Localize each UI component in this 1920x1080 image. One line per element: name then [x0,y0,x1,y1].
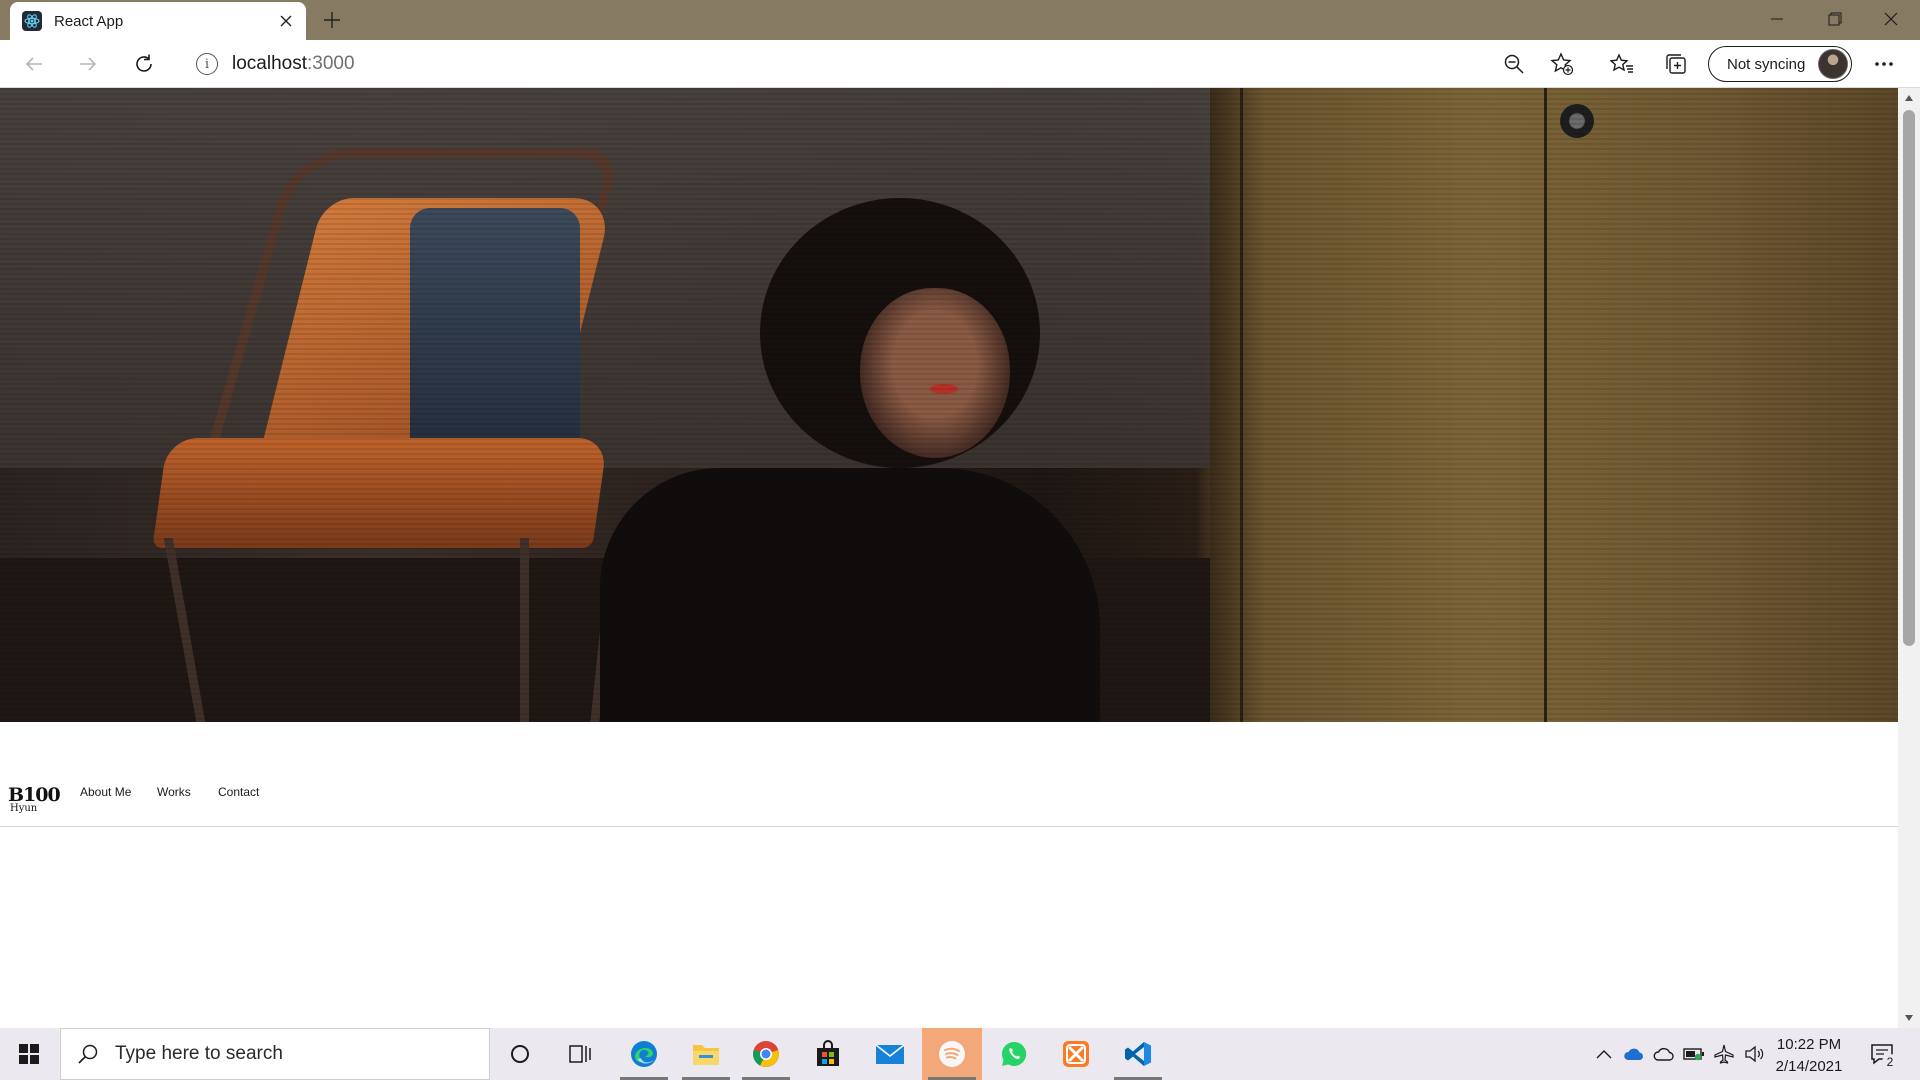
logo-text: B100 [8,784,61,806]
task-view-icon[interactable] [550,1028,610,1080]
taskbar-clock[interactable]: 10:22 PM 2/14/2021 [1766,1034,1852,1078]
address-bar[interactable]: i localhost:3000 [180,45,1586,83]
restore-button[interactable] [1806,0,1864,38]
battery-icon[interactable] [1682,1042,1706,1066]
scroll-down-icon[interactable] [1898,1010,1920,1026]
react-favicon-icon [22,11,42,31]
hero-scanlines [0,88,1898,722]
back-button[interactable] [16,46,52,82]
new-tab-button[interactable] [318,6,346,34]
nav-link-contact[interactable]: Contact [218,785,259,799]
site-info-icon[interactable]: i [196,53,218,75]
chrome-icon[interactable] [736,1028,796,1080]
scroll-up-icon[interactable] [1898,90,1920,106]
spotify-icon[interactable] [922,1028,982,1080]
taskbar-search-box[interactable]: Type here to search [60,1028,490,1080]
settings-more-icon[interactable] [1866,46,1902,82]
forward-button[interactable] [70,46,106,82]
minimize-button[interactable] [1748,0,1806,38]
add-favorite-icon[interactable] [1544,46,1580,82]
xampp-icon[interactable] [1046,1028,1106,1080]
action-center-icon[interactable]: 2 [1862,1038,1902,1070]
scrollbar-thumb[interactable] [1903,110,1915,646]
file-explorer-icon[interactable] [676,1028,736,1080]
cortana-icon[interactable] [490,1028,550,1080]
profile-avatar [1818,49,1848,79]
collections-icon[interactable] [1658,46,1694,82]
airplane-mode-icon[interactable] [1712,1042,1736,1066]
search-icon [75,1041,101,1067]
favorites-icon[interactable] [1604,46,1640,82]
windows-taskbar: Type here to search 10:22 PM 2/14/2021 2 [0,1028,1920,1080]
refresh-button[interactable] [126,46,162,82]
close-window-button[interactable] [1862,0,1920,38]
clock-date: 2/14/2021 [1775,1058,1843,1075]
vscode-icon[interactable] [1108,1028,1168,1080]
site-logo[interactable]: B100 Hyun [8,784,61,820]
notification-count: 2 [1882,1054,1898,1070]
mail-icon[interactable] [860,1028,920,1080]
clock-time: 10:22 PM [1776,1036,1842,1053]
store-icon[interactable] [798,1028,858,1080]
nav-link-about-me[interactable]: About Me [80,785,131,799]
nav-divider [0,826,1898,827]
browser-title-bar: React App [0,0,1920,40]
page-scrollbar[interactable] [1898,88,1920,1028]
whatsapp-icon[interactable] [984,1028,1044,1080]
browser-tab[interactable]: React App [10,2,306,40]
tab-title: React App [54,12,124,30]
page-viewport: B100 Hyun About Me Works Contact [0,88,1898,1028]
tab-close-icon[interactable] [272,7,300,35]
search-placeholder: Type here to search [115,1043,283,1064]
profile-sync-button[interactable]: Not syncing [1708,46,1852,82]
onedrive-icon[interactable] [1622,1042,1646,1066]
zoom-out-icon[interactable] [1496,46,1532,82]
nav-link-works[interactable]: Works [157,785,191,799]
address-text[interactable]: localhost:3000 [232,53,355,75]
address-host: localhost [232,53,307,74]
volume-icon[interactable] [1742,1042,1766,1066]
address-port: :3000 [307,53,355,74]
sync-status-label: Not syncing [1727,55,1806,73]
windows-start-icon[interactable] [0,1028,58,1080]
show-hidden-icons-icon[interactable] [1592,1042,1616,1066]
hero-photo [0,88,1898,722]
edge-icon[interactable] [614,1028,674,1080]
cloud-sync-icon[interactable] [1652,1042,1676,1066]
browser-toolbar: i localhost:3000 Not syncing [0,40,1920,88]
